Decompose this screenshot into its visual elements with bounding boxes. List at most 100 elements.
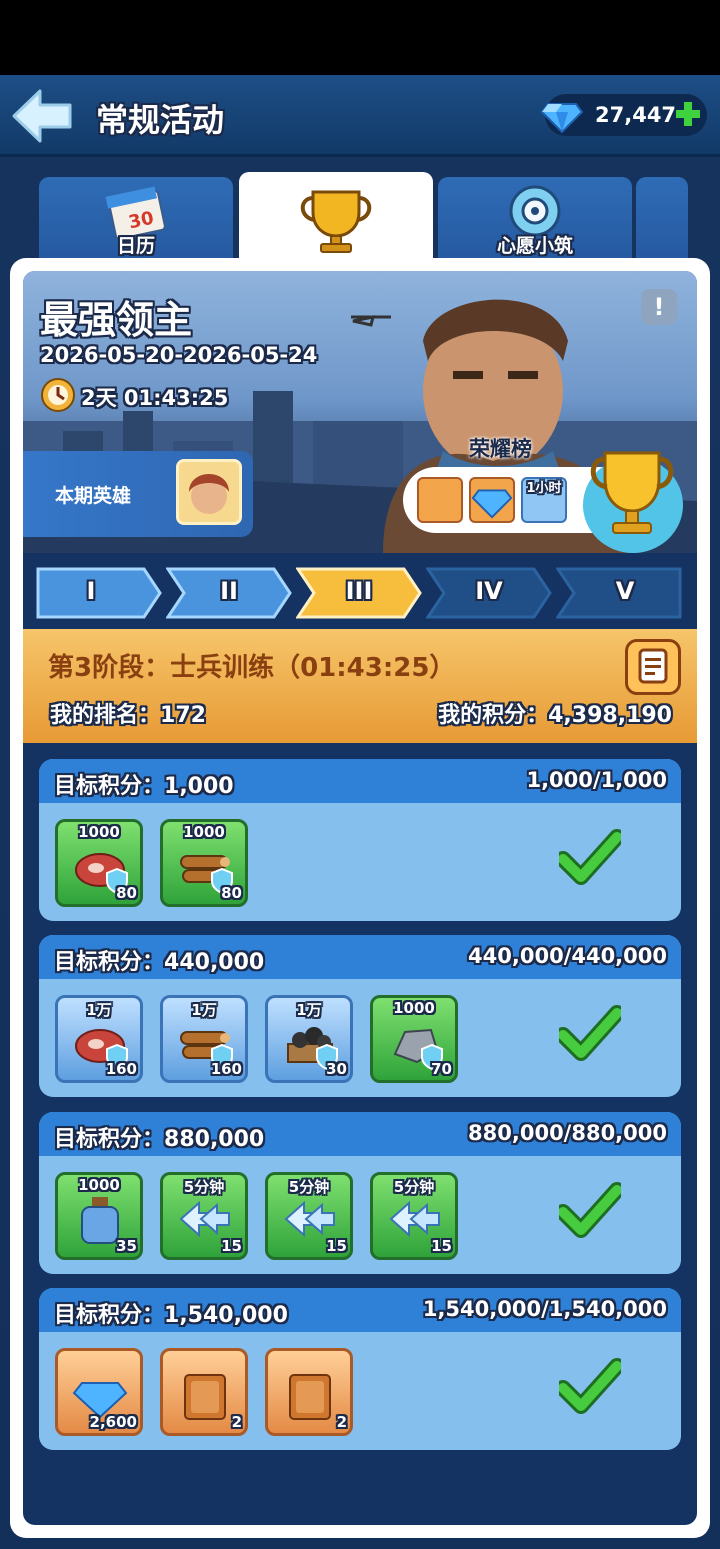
gold-trophy-icon [590,451,674,534]
item-count: 80 [116,884,137,902]
honor-board-label: 荣耀榜 [469,437,532,461]
page-title: 常规活动 [96,101,225,139]
reward-item[interactable]: 2,600 [55,1348,143,1436]
panel-inner: 最强领主 2026-05-20-2026-05-24 2天 01:43:25 !… [23,271,697,1525]
target-score: 目标积分：1,000 [54,768,234,800]
speedup-icon: 1小时 [521,477,567,523]
tab-calendar[interactable]: 30 日历 [39,177,233,262]
hero-face-icon [189,474,229,514]
tab-calendar-label: 日历 [116,235,155,257]
reward-tier-card: 目标积分：1,000 1,000/1,000 1000 80 1000 80 [39,759,681,921]
item-amount: 1000 [78,1176,120,1194]
item-count: 80 [221,884,242,902]
notes-icon [638,648,668,684]
item-count: 2,600 [89,1413,137,1431]
tier-progress: 1,540,000/1,540,000 [422,1297,667,1321]
info-button[interactable]: ! [641,289,677,325]
target-score-value: 1,540,000 [164,1303,288,1328]
reward-item[interactable]: 1000 80 [160,819,248,907]
item-amount: 1000 [78,823,120,841]
stage-selector: I II III IV V [36,567,684,619]
reward-item[interactable]: 5分钟 15 [160,1172,248,1260]
tab-wish-house-label: 心愿小筑 [496,235,573,257]
target-score-value: 1,000 [164,774,234,799]
item-amount: 1000 [393,999,435,1017]
tier-header: 目标积分：440,000 440,000/440,000 [39,935,681,979]
event-countdown: 2天 01:43:25 [81,386,229,410]
my-score: 我的积分：4,398,190 [438,697,672,729]
event-dates: 2026-05-20-2026-05-24 [40,343,318,367]
reward-item[interactable]: 1万 30 [265,995,353,1083]
back-button[interactable] [10,83,76,149]
stage-tab-3[interactable]: III [295,567,422,619]
tier-header: 目标积分：1,000 1,000/1,000 [39,759,681,803]
checkmark-icon [559,1005,621,1061]
stage-label: III [345,577,373,605]
stage-tab-5[interactable]: V [555,567,682,619]
gem-icon [540,103,584,134]
target-score-value: 880,000 [164,1127,265,1152]
stage-info: 第3阶段：士兵训练（01:43:25） 我的排名：172 我的积分：4,398,… [23,629,697,743]
hero-portrait-avatar[interactable] [176,459,242,525]
reward-item[interactable]: 1000 35 [55,1172,143,1260]
current-hero-label: 本期英雄 [55,485,132,507]
item-count: 2 [231,1413,242,1431]
target-score-label: 目标积分： [54,1127,165,1152]
stage-tab-2[interactable]: II [165,567,292,619]
reward-item[interactable]: 5分钟 15 [370,1172,458,1260]
flag-book-icon [184,1374,226,1420]
reward-item[interactable]: 1000 80 [55,819,143,907]
speedup-time-label: 1小时 [526,481,562,496]
my-score-value: 4,398,190 [548,703,672,728]
gem-balance: 27,447 [540,94,707,136]
item-count: 30 [326,1060,347,1078]
my-score-label: 我的积分： [438,703,549,728]
checkmark-icon [559,829,621,885]
gem-count: 27,447 [595,103,677,127]
stage-tab-4[interactable]: IV [425,567,552,619]
target-score-label: 目标积分： [54,950,165,975]
tier-header: 目标积分：1,540,000 1,540,000/1,540,000 [39,1288,681,1332]
reward-item[interactable]: 1万 160 [55,995,143,1083]
item-amount: 5分钟 [183,1178,225,1196]
plus-icon [676,102,700,126]
reward-tier-card: 目标积分：1,540,000 1,540,000/1,540,000 2,600 2 2 [39,1288,681,1450]
reward-item[interactable]: 2 [160,1348,248,1436]
item-amount: 1万 [296,1001,322,1019]
my-rank-label: 我的排名： [50,703,161,728]
trophy-icon [300,190,372,253]
item-count: 2 [336,1413,347,1431]
rules-button[interactable] [625,639,681,695]
add-gems-button[interactable] [673,97,703,131]
reward-item[interactable]: 1万 160 [160,995,248,1083]
stage-tab-1[interactable]: I [36,567,162,619]
stage-label: V [615,577,635,605]
tab-more[interactable] [636,177,688,262]
back-arrow-icon [12,89,72,143]
target-score-label: 目标积分： [54,774,165,799]
tier-progress: 880,000/880,000 [468,1121,667,1145]
item-amount: 1万 [86,1001,112,1019]
tab-wish-house[interactable]: 心愿小筑 [438,177,632,262]
current-hero: 本期英雄 [23,451,253,537]
tab-trophy[interactable] [239,172,433,264]
reward-item[interactable]: 2 [265,1348,353,1436]
sword-book-icon [289,1374,331,1420]
my-rank-value: 172 [160,703,206,728]
target-score-value: 440,000 [164,950,265,975]
stage-title: 第3阶段：士兵训练（01:43:25） [48,653,456,683]
item-count: 15 [326,1237,347,1255]
item-count: 35 [116,1237,137,1255]
item-count: 15 [221,1237,242,1255]
clock-icon [41,378,75,412]
checkmark-icon [559,1358,621,1414]
stage-label: IV [475,577,503,605]
gem-icon [471,489,513,519]
top-bar: 常规活动 27,447 [0,75,720,157]
reward-item[interactable]: 1000 70 [370,995,458,1083]
item-count: 15 [431,1237,452,1255]
stage-label: II [220,577,238,605]
reward-item[interactable]: 5分钟 15 [265,1172,353,1260]
exclamation-icon: ! [653,293,665,321]
event-title: 最强领主 [40,298,193,342]
